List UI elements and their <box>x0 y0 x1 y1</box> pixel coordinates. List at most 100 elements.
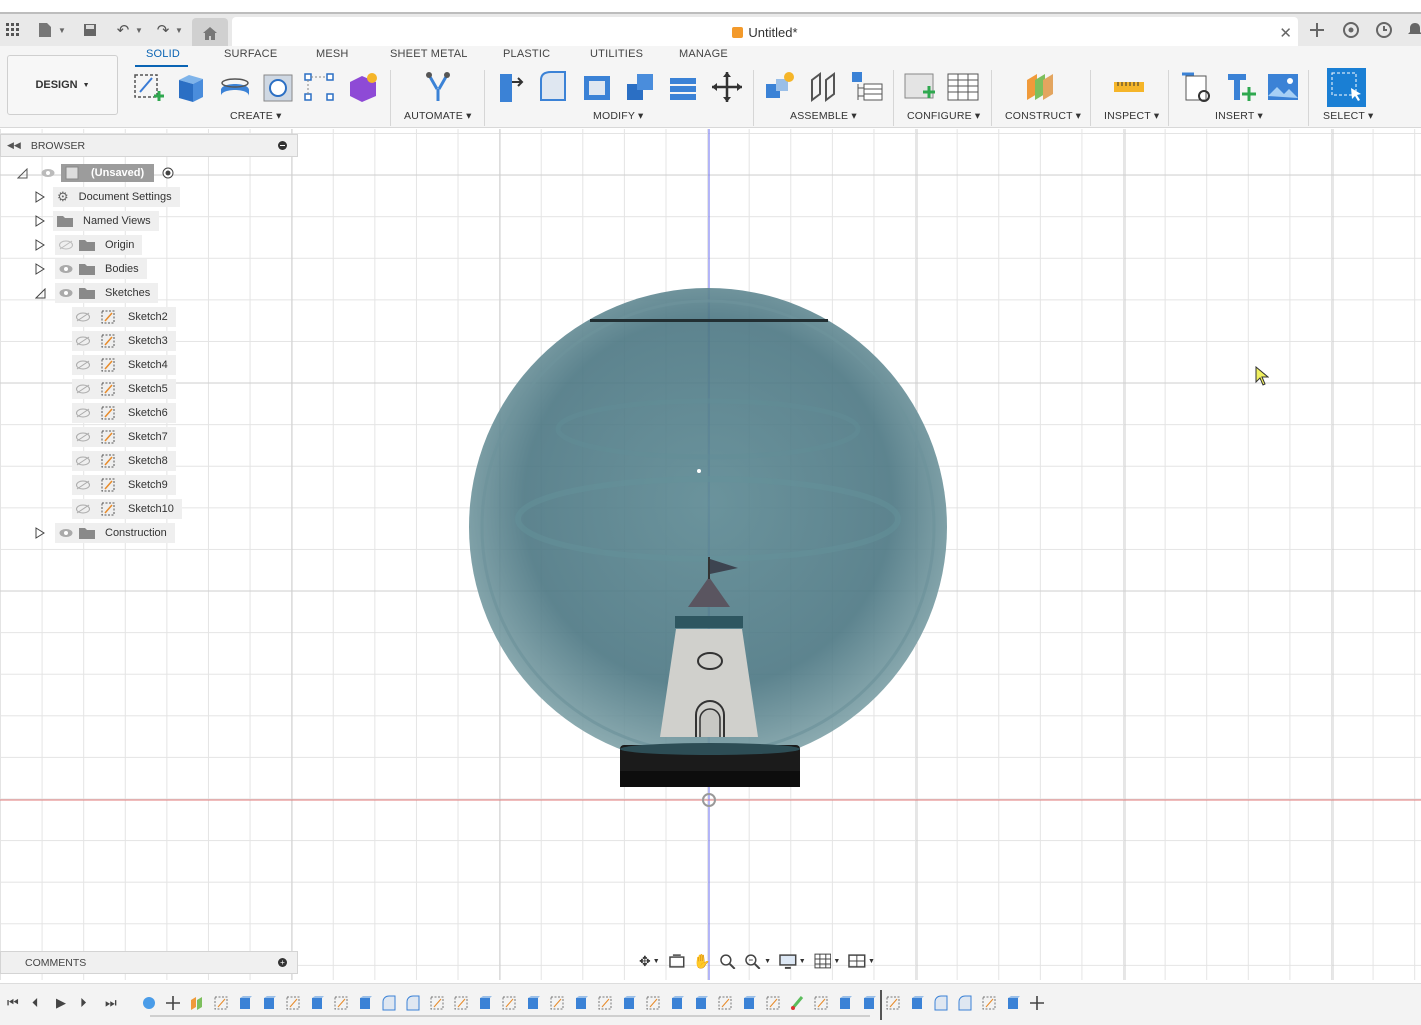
hidden-eye-icon[interactable] <box>76 360 90 370</box>
display-chevron-icon[interactable]: ▼ <box>799 958 806 965</box>
redo-chevron-icon[interactable]: ▼ <box>175 26 183 35</box>
pattern-icon[interactable] <box>303 70 337 104</box>
revolve-icon[interactable] <box>218 70 252 104</box>
browser-item-construction[interactable]: Construction <box>35 523 175 543</box>
new-tab-plus-icon[interactable] <box>1306 19 1328 41</box>
go-to-end-icon[interactable]: ⏭ <box>105 995 117 1011</box>
automate-icon[interactable] <box>421 70 455 104</box>
assemble-group-label[interactable]: ASSEMBLE ▾ <box>790 110 857 122</box>
modify-group-label[interactable]: MODIFY ▾ <box>593 110 643 122</box>
hole-icon[interactable] <box>261 70 295 104</box>
timeline-body-icon[interactable] <box>670 995 684 1011</box>
look-at-icon[interactable] <box>668 953 686 969</box>
zoom-icon[interactable] <box>719 953 737 969</box>
timeline-plane-icon[interactable] <box>190 995 204 1011</box>
timeline-sketch-icon[interactable] <box>598 995 612 1011</box>
automate-group-label[interactable]: AUTOMATE ▾ <box>404 110 472 122</box>
home-tab[interactable] <box>192 18 228 48</box>
browser-item-sketch[interactable]: Sketch9 <box>72 475 176 495</box>
add-comment-icon[interactable]: + <box>278 958 287 967</box>
timeline-sketch-icon[interactable] <box>766 995 780 1011</box>
visibility-eye-icon[interactable] <box>59 264 73 274</box>
measure-icon[interactable] <box>1112 70 1146 104</box>
browser-item-bodies[interactable]: Bodies <box>35 259 147 279</box>
timeline-cut-icon[interactable] <box>790 995 804 1011</box>
timeline-sketch-icon[interactable] <box>286 995 300 1011</box>
app-grid-icon[interactable] <box>2 19 24 41</box>
timeline-body-icon[interactable] <box>478 995 492 1011</box>
timeline-fillet-icon[interactable] <box>382 995 396 1011</box>
joint-icon[interactable] <box>806 70 840 104</box>
hidden-eye-icon[interactable] <box>76 384 90 394</box>
create-sketch-icon[interactable] <box>132 70 166 104</box>
fit-window-icon[interactable] <box>744 953 762 969</box>
browser-item-sketch[interactable]: Sketch4 <box>72 355 176 375</box>
hidden-eye-icon[interactable] <box>76 408 90 418</box>
hidden-eye-icon[interactable] <box>59 240 73 250</box>
display-settings-icon[interactable] <box>779 953 797 969</box>
timeline-body-icon[interactable] <box>622 995 636 1011</box>
redo-icon[interactable]: ↷ <box>152 19 174 41</box>
timeline-sketch-icon[interactable] <box>982 995 996 1011</box>
timeline-body-icon[interactable] <box>574 995 588 1011</box>
document-tab[interactable]: Untitled* ✕ <box>232 17 1298 48</box>
timeline-marker[interactable] <box>880 990 882 1020</box>
browser-item-sketch[interactable]: Sketch2 <box>72 307 176 327</box>
orbit-icon[interactable]: ✥ <box>639 953 651 970</box>
timeline-body-icon[interactable] <box>310 995 324 1011</box>
timeline-body-icon[interactable] <box>742 995 756 1011</box>
browser-item-sketch[interactable]: Sketch5 <box>72 379 176 399</box>
bill-of-materials-icon[interactable] <box>850 70 884 104</box>
hidden-eye-icon[interactable] <box>76 456 90 466</box>
tab-plastic[interactable]: PLASTIC <box>503 48 550 60</box>
file-icon[interactable] <box>34 19 56 41</box>
browser-item-document-settings[interactable]: ⚙ Document Settings <box>35 187 180 207</box>
play-icon[interactable]: ▶ <box>56 995 66 1011</box>
timeline-body-icon[interactable] <box>358 995 372 1011</box>
move-copy-icon[interactable] <box>710 70 744 104</box>
expand-triangle-icon[interactable] <box>35 527 45 539</box>
browser-item-sketch[interactable]: Sketch6 <box>72 403 176 423</box>
timeline-body-icon[interactable] <box>238 995 252 1011</box>
insert-mcmaster-icon[interactable] <box>1224 70 1258 104</box>
browser-item-sketches[interactable]: Sketches <box>35 283 159 303</box>
insert-derive-icon[interactable] <box>1180 70 1214 104</box>
tab-utilities[interactable]: UTILITIES <box>590 48 643 60</box>
comments-panel-header[interactable]: COMMENTS + <box>0 951 298 974</box>
browser-item-origin[interactable]: Origin <box>35 235 143 255</box>
save-icon[interactable] <box>79 19 101 41</box>
hidden-eye-icon[interactable] <box>76 336 90 346</box>
timeline-fillet-icon[interactable] <box>406 995 420 1011</box>
visibility-eye-icon[interactable] <box>59 528 73 538</box>
timeline-body-icon[interactable] <box>694 995 708 1011</box>
timeline-sketch-icon[interactable] <box>646 995 660 1011</box>
select-group-label[interactable]: SELECT ▾ <box>1323 110 1373 122</box>
timeline-sketch-icon[interactable] <box>550 995 564 1011</box>
press-pull-icon[interactable] <box>494 70 528 104</box>
timeline-sketch-icon[interactable] <box>718 995 732 1011</box>
fillet-icon[interactable] <box>537 70 571 104</box>
3d-viewport[interactable] <box>0 129 1421 980</box>
timeline-body-icon[interactable] <box>1006 995 1020 1011</box>
collapse-triangle-icon[interactable] <box>35 287 46 299</box>
timeline-body-icon[interactable] <box>526 995 540 1011</box>
notifications-bell-icon[interactable] <box>1404 19 1421 41</box>
offset-face-icon[interactable] <box>666 70 700 104</box>
close-tab-icon[interactable]: ✕ <box>1279 24 1292 42</box>
canvas-image-icon[interactable] <box>1266 70 1300 104</box>
browser-item-sketch[interactable]: Sketch10 <box>72 499 182 519</box>
activate-radio-icon[interactable] <box>162 167 174 179</box>
extensions-icon[interactable] <box>1340 19 1362 41</box>
timeline-sketch-icon[interactable] <box>886 995 900 1011</box>
viewports-icon[interactable] <box>848 953 866 969</box>
new-component-icon[interactable] <box>763 70 797 104</box>
viewports-chevron-icon[interactable]: ▼ <box>868 958 875 965</box>
grid-chevron-icon[interactable]: ▼ <box>833 958 840 965</box>
timeline-sketch-icon[interactable] <box>214 995 228 1011</box>
collapse-triangle-icon[interactable] <box>17 167 28 179</box>
visibility-eye-icon[interactable] <box>59 288 73 298</box>
tab-mesh[interactable]: MESH <box>316 48 349 60</box>
undo-chevron-icon[interactable]: ▼ <box>135 26 143 35</box>
zoom-chevron-icon[interactable]: ▼ <box>764 958 771 965</box>
timeline-body-icon[interactable] <box>838 995 852 1011</box>
